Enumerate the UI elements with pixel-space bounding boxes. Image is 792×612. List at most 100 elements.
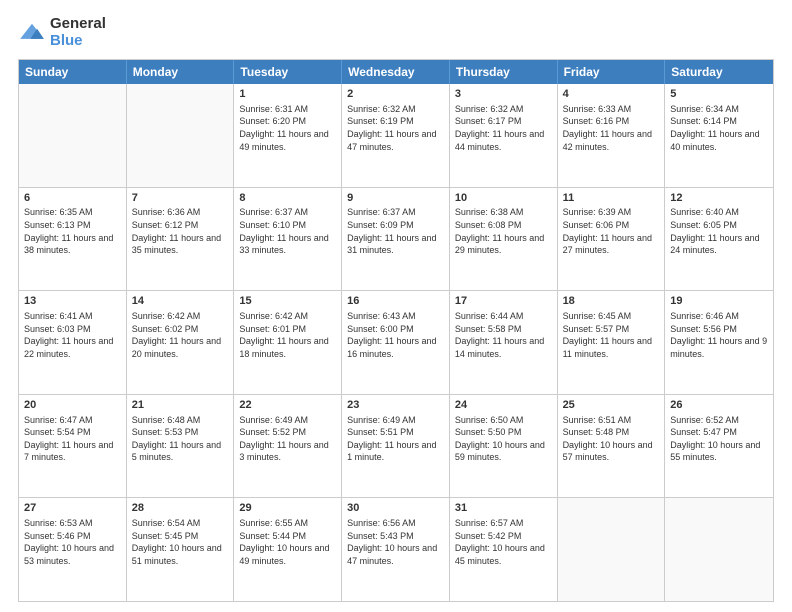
day-number: 2 [347, 87, 444, 102]
day-number: 14 [132, 294, 229, 309]
calendar-cell-empty [19, 84, 127, 187]
day-number: 12 [670, 191, 768, 206]
day-number: 18 [563, 294, 660, 309]
calendar-cell-17: 17Sunrise: 6:44 AM Sunset: 5:58 PM Dayli… [450, 291, 558, 394]
calendar-cell-empty [665, 498, 773, 601]
calendar-cell-31: 31Sunrise: 6:57 AM Sunset: 5:42 PM Dayli… [450, 498, 558, 601]
cell-content: Sunrise: 6:32 AM Sunset: 6:19 PM Dayligh… [347, 103, 444, 153]
calendar-cell-22: 22Sunrise: 6:49 AM Sunset: 5:52 PM Dayli… [234, 395, 342, 498]
cell-content: Sunrise: 6:55 AM Sunset: 5:44 PM Dayligh… [239, 517, 336, 567]
day-number: 13 [24, 294, 121, 309]
day-number: 8 [239, 191, 336, 206]
day-number: 10 [455, 191, 552, 206]
header-cell-friday: Friday [558, 60, 666, 84]
cell-content: Sunrise: 6:41 AM Sunset: 6:03 PM Dayligh… [24, 310, 121, 360]
calendar-cell-1: 1Sunrise: 6:31 AM Sunset: 6:20 PM Daylig… [234, 84, 342, 187]
day-number: 25 [563, 398, 660, 413]
calendar-cell-29: 29Sunrise: 6:55 AM Sunset: 5:44 PM Dayli… [234, 498, 342, 601]
calendar-cell-12: 12Sunrise: 6:40 AM Sunset: 6:05 PM Dayli… [665, 188, 773, 291]
cell-content: Sunrise: 6:37 AM Sunset: 6:09 PM Dayligh… [347, 206, 444, 256]
day-number: 1 [239, 87, 336, 102]
cell-content: Sunrise: 6:50 AM Sunset: 5:50 PM Dayligh… [455, 414, 552, 464]
calendar-cell-2: 2Sunrise: 6:32 AM Sunset: 6:19 PM Daylig… [342, 84, 450, 187]
day-number: 16 [347, 294, 444, 309]
calendar-cell-24: 24Sunrise: 6:50 AM Sunset: 5:50 PM Dayli… [450, 395, 558, 498]
header-cell-sunday: Sunday [19, 60, 127, 84]
cell-content: Sunrise: 6:38 AM Sunset: 6:08 PM Dayligh… [455, 206, 552, 256]
calendar-body: 1Sunrise: 6:31 AM Sunset: 6:20 PM Daylig… [19, 84, 773, 601]
day-number: 15 [239, 294, 336, 309]
day-number: 28 [132, 501, 229, 516]
day-number: 26 [670, 398, 768, 413]
cell-content: Sunrise: 6:32 AM Sunset: 6:17 PM Dayligh… [455, 103, 552, 153]
day-number: 22 [239, 398, 336, 413]
calendar-cell-5: 5Sunrise: 6:34 AM Sunset: 6:14 PM Daylig… [665, 84, 773, 187]
day-number: 3 [455, 87, 552, 102]
calendar-row-1: 1Sunrise: 6:31 AM Sunset: 6:20 PM Daylig… [19, 84, 773, 187]
day-number: 4 [563, 87, 660, 102]
cell-content: Sunrise: 6:48 AM Sunset: 5:53 PM Dayligh… [132, 414, 229, 464]
day-number: 21 [132, 398, 229, 413]
calendar-cell-15: 15Sunrise: 6:42 AM Sunset: 6:01 PM Dayli… [234, 291, 342, 394]
calendar-cell-13: 13Sunrise: 6:41 AM Sunset: 6:03 PM Dayli… [19, 291, 127, 394]
calendar-cell-20: 20Sunrise: 6:47 AM Sunset: 5:54 PM Dayli… [19, 395, 127, 498]
calendar-cell-26: 26Sunrise: 6:52 AM Sunset: 5:47 PM Dayli… [665, 395, 773, 498]
cell-content: Sunrise: 6:31 AM Sunset: 6:20 PM Dayligh… [239, 103, 336, 153]
cell-content: Sunrise: 6:42 AM Sunset: 6:01 PM Dayligh… [239, 310, 336, 360]
day-number: 27 [24, 501, 121, 516]
cell-content: Sunrise: 6:37 AM Sunset: 6:10 PM Dayligh… [239, 206, 336, 256]
header-cell-thursday: Thursday [450, 60, 558, 84]
day-number: 31 [455, 501, 552, 516]
day-number: 30 [347, 501, 444, 516]
header-cell-tuesday: Tuesday [234, 60, 342, 84]
day-number: 20 [24, 398, 121, 413]
day-number: 9 [347, 191, 444, 206]
cell-content: Sunrise: 6:53 AM Sunset: 5:46 PM Dayligh… [24, 517, 121, 567]
day-number: 17 [455, 294, 552, 309]
cell-content: Sunrise: 6:49 AM Sunset: 5:51 PM Dayligh… [347, 414, 444, 464]
calendar-cell-18: 18Sunrise: 6:45 AM Sunset: 5:57 PM Dayli… [558, 291, 666, 394]
calendar-header: SundayMondayTuesdayWednesdayThursdayFrid… [19, 60, 773, 84]
cell-content: Sunrise: 6:47 AM Sunset: 5:54 PM Dayligh… [24, 414, 121, 464]
calendar-cell-9: 9Sunrise: 6:37 AM Sunset: 6:09 PM Daylig… [342, 188, 450, 291]
calendar-cell-empty [558, 498, 666, 601]
calendar-cell-30: 30Sunrise: 6:56 AM Sunset: 5:43 PM Dayli… [342, 498, 450, 601]
logo: General Blue [18, 16, 106, 49]
calendar: SundayMondayTuesdayWednesdayThursdayFrid… [18, 59, 774, 602]
cell-content: Sunrise: 6:39 AM Sunset: 6:06 PM Dayligh… [563, 206, 660, 256]
header-cell-saturday: Saturday [665, 60, 773, 84]
calendar-row-3: 13Sunrise: 6:41 AM Sunset: 6:03 PM Dayli… [19, 290, 773, 394]
cell-content: Sunrise: 6:54 AM Sunset: 5:45 PM Dayligh… [132, 517, 229, 567]
cell-content: Sunrise: 6:52 AM Sunset: 5:47 PM Dayligh… [670, 414, 768, 464]
calendar-cell-19: 19Sunrise: 6:46 AM Sunset: 5:56 PM Dayli… [665, 291, 773, 394]
calendar-cell-3: 3Sunrise: 6:32 AM Sunset: 6:17 PM Daylig… [450, 84, 558, 187]
calendar-row-5: 27Sunrise: 6:53 AM Sunset: 5:46 PM Dayli… [19, 497, 773, 601]
page: General Blue SundayMondayTuesdayWednesda… [0, 0, 792, 612]
calendar-row-2: 6Sunrise: 6:35 AM Sunset: 6:13 PM Daylig… [19, 187, 773, 291]
day-number: 23 [347, 398, 444, 413]
cell-content: Sunrise: 6:45 AM Sunset: 5:57 PM Dayligh… [563, 310, 660, 360]
cell-content: Sunrise: 6:40 AM Sunset: 6:05 PM Dayligh… [670, 206, 768, 256]
calendar-cell-8: 8Sunrise: 6:37 AM Sunset: 6:10 PM Daylig… [234, 188, 342, 291]
calendar-cell-16: 16Sunrise: 6:43 AM Sunset: 6:00 PM Dayli… [342, 291, 450, 394]
cell-content: Sunrise: 6:33 AM Sunset: 6:16 PM Dayligh… [563, 103, 660, 153]
day-number: 6 [24, 191, 121, 206]
header-cell-monday: Monday [127, 60, 235, 84]
calendar-cell-6: 6Sunrise: 6:35 AM Sunset: 6:13 PM Daylig… [19, 188, 127, 291]
cell-content: Sunrise: 6:56 AM Sunset: 5:43 PM Dayligh… [347, 517, 444, 567]
calendar-cell-28: 28Sunrise: 6:54 AM Sunset: 5:45 PM Dayli… [127, 498, 235, 601]
cell-content: Sunrise: 6:44 AM Sunset: 5:58 PM Dayligh… [455, 310, 552, 360]
cell-content: Sunrise: 6:46 AM Sunset: 5:56 PM Dayligh… [670, 310, 768, 360]
day-number: 29 [239, 501, 336, 516]
calendar-cell-23: 23Sunrise: 6:49 AM Sunset: 5:51 PM Dayli… [342, 395, 450, 498]
logo-text: General Blue [50, 16, 106, 49]
day-number: 11 [563, 191, 660, 206]
day-number: 5 [670, 87, 768, 102]
cell-content: Sunrise: 6:51 AM Sunset: 5:48 PM Dayligh… [563, 414, 660, 464]
day-number: 19 [670, 294, 768, 309]
calendar-cell-4: 4Sunrise: 6:33 AM Sunset: 6:16 PM Daylig… [558, 84, 666, 187]
calendar-cell-25: 25Sunrise: 6:51 AM Sunset: 5:48 PM Dayli… [558, 395, 666, 498]
logo-icon [18, 22, 46, 44]
cell-content: Sunrise: 6:36 AM Sunset: 6:12 PM Dayligh… [132, 206, 229, 256]
header-cell-wednesday: Wednesday [342, 60, 450, 84]
